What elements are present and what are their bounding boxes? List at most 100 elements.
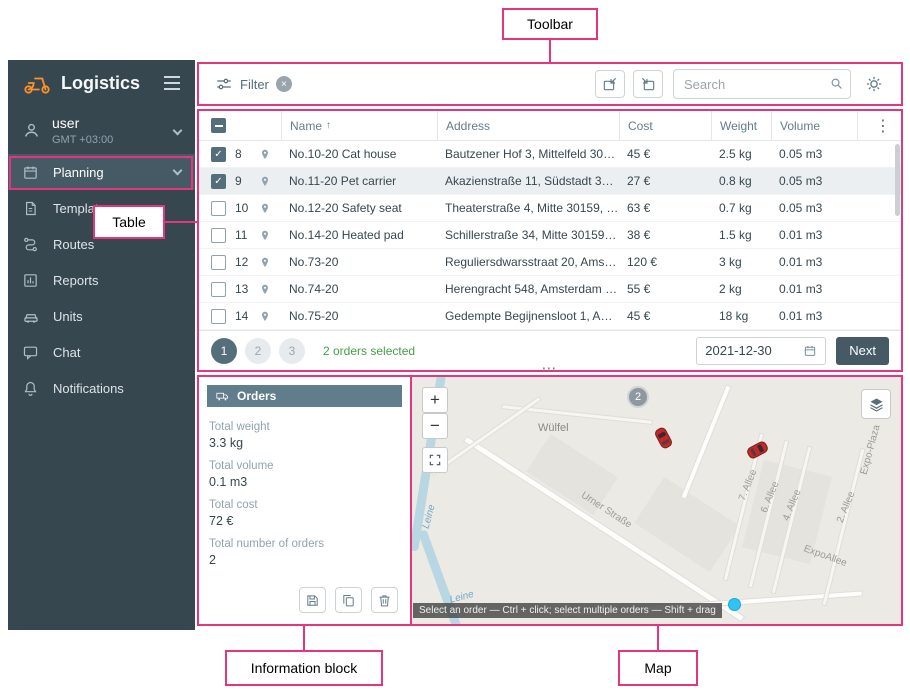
annotation-line	[657, 626, 659, 650]
search-input[interactable]	[673, 69, 851, 99]
map-label: Wülfel	[538, 422, 569, 434]
order-volume: 0.01 m3	[771, 255, 857, 269]
map-canvas[interactable]: WülfelUrner StraßeLeineLeine7. Allee6. A…	[412, 377, 901, 624]
map-label: ExpoAllee	[802, 543, 848, 569]
delete-button[interactable]	[371, 587, 398, 613]
date-picker[interactable]: 2021-12-30	[696, 337, 826, 365]
template-icon	[22, 199, 42, 217]
vehicle-marker[interactable]	[745, 439, 771, 461]
row-checkbox[interactable]	[211, 282, 226, 297]
page-button-1[interactable]: 1	[211, 338, 237, 364]
order-weight: 0.7 kg	[711, 201, 771, 215]
row-checkbox[interactable]	[211, 309, 226, 324]
sidebar-item-label: Routes	[53, 237, 94, 252]
order-address: Akazienstraße 11, Südstadt 30169, ...	[437, 174, 619, 188]
table-row[interactable]: ✓ 9 No.11-20 Pet carrier Akazienstraße 1…	[199, 168, 901, 195]
order-name: No.14-20 Heated pad	[281, 228, 437, 242]
order-weight: 2.5 kg	[711, 147, 771, 161]
settings-gear-icon[interactable]	[865, 75, 883, 93]
table-row[interactable]: 13 No.74-20 Herengracht 548, Amsterdam 1…	[199, 276, 901, 303]
vehicle-marker[interactable]	[653, 425, 675, 451]
row-checkbox[interactable]	[211, 201, 226, 216]
toolbar: Filter ×	[197, 62, 903, 106]
column-menu-icon[interactable]: ⋮	[875, 116, 891, 136]
fullscreen-button[interactable]	[422, 447, 448, 473]
zoom-out-button[interactable]: −	[422, 413, 448, 439]
zoom-in-button[interactable]: +	[422, 387, 448, 413]
user-menu[interactable]: user GMT +03:00	[8, 106, 195, 154]
screen: Logistics user GMT +03:00 Planning Templ…	[0, 0, 910, 695]
select-all-checkbox[interactable]	[211, 118, 226, 133]
map-road	[432, 397, 540, 474]
info-field-label: Total weight	[209, 421, 400, 433]
table-row[interactable]: 10 No.12-20 Safety seat Theaterstraße 4,…	[199, 195, 901, 222]
column-header-address[interactable]: Address	[437, 111, 619, 140]
row-checkbox[interactable]	[211, 255, 226, 270]
menu-toggle-icon[interactable]	[163, 76, 181, 90]
column-header-cost[interactable]: Cost	[619, 111, 711, 140]
orders-summary-fields: Total weight3.3 kgTotal volume0.1 m3Tota…	[207, 407, 402, 571]
annotation-line	[165, 221, 197, 223]
map-hint: Select an order — Ctrl + click; select m…	[413, 603, 722, 618]
order-cost: 63 €	[619, 201, 711, 215]
map[interactable]: WülfelUrner StraßeLeineLeine7. Allee6. A…	[410, 375, 903, 626]
order-cost: 45 €	[619, 147, 711, 161]
table-row[interactable]: 14 No.75-20 Gedempte Begijnensloot 1, Am…	[199, 303, 901, 330]
sidebar-item-units[interactable]: Units	[8, 298, 195, 334]
splitter-handle[interactable]: ⋯	[536, 359, 562, 377]
annotation-information-block: Information block	[225, 650, 383, 686]
location-pin-icon	[259, 255, 281, 270]
annotation-line	[303, 626, 305, 650]
annotation-toolbar: Toolbar	[502, 8, 598, 40]
sidebar-item-notifications[interactable]: Notifications	[8, 370, 195, 406]
sidebar-item-reports[interactable]: Reports	[8, 262, 195, 298]
orders-icon	[215, 390, 230, 403]
order-volume: 0.01 m3	[771, 228, 857, 242]
location-pin-icon	[259, 309, 281, 324]
row-number: 10	[235, 201, 259, 215]
next-button[interactable]: Next	[836, 337, 889, 365]
sidebar-item-planning[interactable]: Planning	[8, 154, 195, 190]
user-name: user	[52, 115, 113, 131]
calendar-icon	[803, 344, 817, 358]
table-row[interactable]: ✓ 8 No.10-20 Cat house Bautzener Hof 3, …	[199, 141, 901, 168]
order-name: No.10-20 Cat house	[281, 147, 437, 161]
table-body: ✓ 8 No.10-20 Cat house Bautzener Hof 3, …	[199, 141, 901, 330]
copy-button[interactable]	[335, 587, 362, 613]
info-field-label: Total number of orders	[209, 538, 400, 550]
table-row[interactable]: 11 No.14-20 Heated pad Schillerstraße 34…	[199, 222, 901, 249]
row-number: 12	[235, 255, 259, 269]
chevron-down-icon	[173, 166, 183, 176]
clear-filter-icon[interactable]: ×	[276, 76, 292, 92]
annotation-line	[549, 40, 551, 63]
location-pin-icon	[259, 147, 281, 162]
info-field-value: 2	[209, 553, 400, 567]
page-button-2[interactable]: 2	[245, 338, 271, 364]
row-checkbox[interactable]: ✓	[211, 147, 226, 162]
import-file-button[interactable]	[633, 70, 663, 98]
import-orders-button[interactable]	[595, 70, 625, 98]
table-scrollbar[interactable]	[895, 144, 900, 216]
sidebar-item-chat[interactable]: Chat	[8, 334, 195, 370]
order-name: No.74-20	[281, 282, 437, 296]
row-number: 8	[235, 147, 259, 161]
unit-location-dot[interactable]	[728, 598, 741, 611]
page-button-3[interactable]: 3	[279, 338, 305, 364]
row-checkbox[interactable]: ✓	[211, 174, 226, 189]
filter-button[interactable]: Filter ×	[209, 75, 298, 93]
column-header-volume[interactable]: Volume	[771, 111, 857, 140]
order-volume: 0.05 m3	[771, 201, 857, 215]
table-row[interactable]: 12 No.73-20 Reguliersdwarsstraat 20, Ams…	[199, 249, 901, 276]
layers-button[interactable]	[861, 389, 891, 419]
column-header-weight[interactable]: Weight	[711, 111, 771, 140]
order-address: Bautzener Hof 3, Mittelfeld 30519, ...	[437, 147, 619, 161]
search-icon	[829, 76, 844, 91]
order-name: No.75-20	[281, 309, 437, 323]
row-number: 11	[235, 228, 259, 242]
column-header-name[interactable]: Name↑	[281, 111, 437, 140]
row-checkbox[interactable]	[211, 228, 226, 243]
table-header: Name↑ Address Cost Weight Volume ⋮	[199, 111, 901, 141]
order-name: No.73-20	[281, 255, 437, 269]
save-button[interactable]	[299, 587, 326, 613]
cluster-marker[interactable]: 2	[627, 386, 649, 408]
